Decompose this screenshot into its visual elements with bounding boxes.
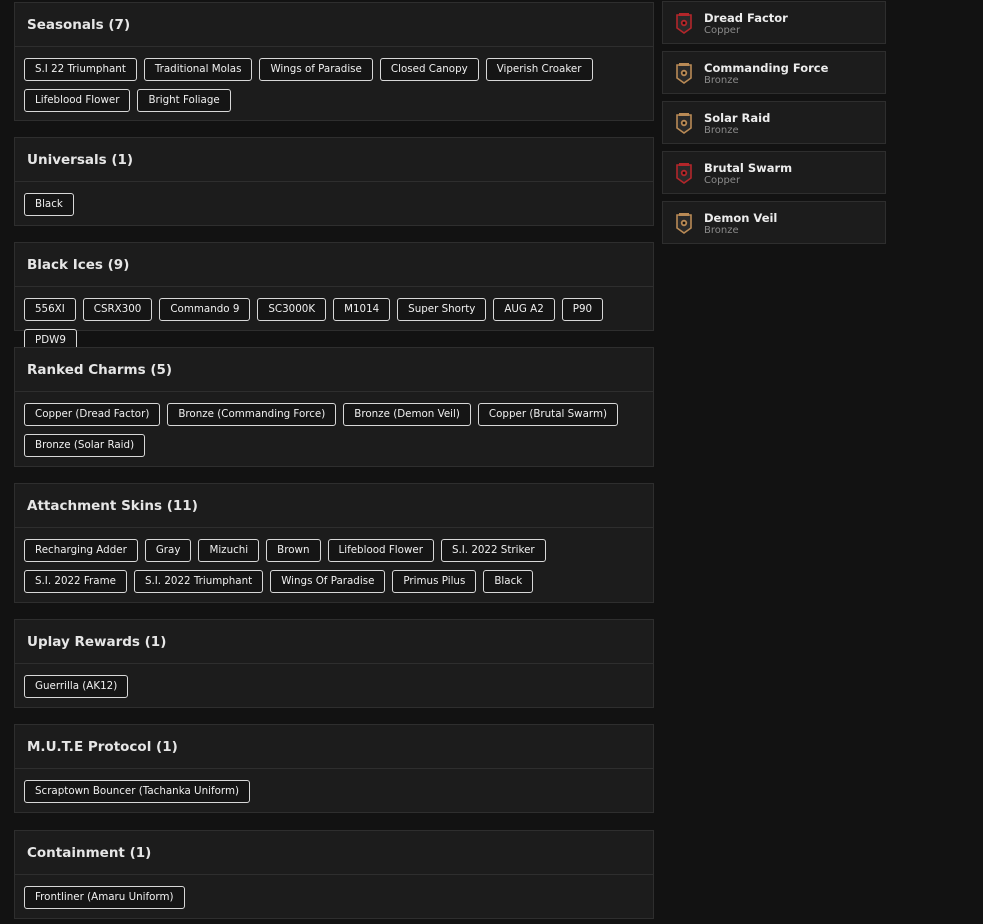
chip-list: Guerrilla (AK12) [15, 664, 653, 706]
chip-list: S.I 22 Triumphant Traditional Molas Wings … [15, 47, 653, 120]
charm-tier: Bronze [704, 75, 739, 86]
item-chip[interactable]: Brown [266, 539, 321, 562]
item-chip[interactable]: Lifeblood Flower [327, 539, 434, 562]
section-black-ices-9: Black Ices (9) 556XI CSRX300 Commando 9 SC30… [14, 242, 654, 352]
chip-list: Black [15, 182, 653, 224]
charm-name: Dread Factor [704, 11, 788, 25]
chip-list: Recharging Adder Gray Mizuchi Brown Lifebloo… [15, 528, 653, 601]
section-universals-1: Universals (1) Black [14, 137, 654, 226]
item-chip[interactable]: Wings of Paradise [259, 58, 373, 81]
item-chip[interactable]: 556XI [24, 298, 76, 321]
item-chip[interactable]: Traditional Molas [143, 58, 253, 81]
section-title: Uplay Rewards (1) [15, 620, 653, 664]
copper-rank-icon [676, 13, 692, 34]
section-seasonals-7: Seasonals (7) S.I 22 Triumphant Traditiona… [14, 2, 654, 121]
item-chip[interactable]: Closed Canopy [379, 58, 479, 81]
copper-rank-icon [676, 163, 692, 184]
charm-tier: Bronze [704, 225, 739, 236]
section-attachment-skins-11: Attachment Skins (11) Recharging Adder Gra… [14, 483, 654, 603]
item-chip[interactable]: Bronze (Demon Veil) [343, 403, 471, 426]
charm-card-brutal-swarm[interactable]: Brutal Swarm Copper [662, 151, 886, 194]
chip-list: Frontliner (Amaru Uniform) [15, 875, 653, 917]
section-m-u-t-e-protocol-1: M.U.T.E Protocol (1) Scraptown Bouncer (T… [14, 724, 654, 813]
item-chip[interactable]: Primus Pilus [392, 570, 477, 593]
item-chip[interactable]: Commando 9 [159, 298, 251, 321]
section-title: Black Ices (9) [15, 243, 653, 287]
charm-card-solar-raid[interactable]: Solar Raid Bronze [662, 101, 886, 144]
chip-list: Copper (Dread Factor) Bronze (Commanding … [15, 392, 653, 465]
item-chip[interactable]: Scraptown Bouncer (Tachanka Uniform) [24, 780, 251, 803]
item-chip[interactable]: S.I. 2022 Striker [440, 539, 546, 562]
item-chip[interactable]: S.I 22 Triumphant [24, 58, 137, 81]
section-containment-1: Containment (1) Frontliner (Amaru Uniform… [14, 830, 654, 919]
item-chip[interactable]: Bronze (Solar Raid) [24, 434, 146, 457]
item-chip[interactable]: P90 [561, 298, 604, 321]
section-title: Containment (1) [15, 831, 653, 875]
item-chip[interactable]: SC3000K [257, 298, 327, 321]
item-chip[interactable]: Mizuchi [198, 539, 260, 562]
item-chip[interactable]: Black [24, 193, 74, 216]
item-chip[interactable]: Viperish Croaker [485, 58, 593, 81]
charm-card-commanding-force[interactable]: Commanding Force Bronze [662, 51, 886, 94]
item-chip[interactable]: M1014 [333, 298, 391, 321]
item-chip[interactable]: Lifeblood Flower [24, 89, 131, 112]
item-chip[interactable]: Frontliner (Amaru Uniform) [24, 886, 185, 909]
item-chip[interactable]: Copper (Brutal Swarm) [477, 403, 619, 426]
charm-name: Solar Raid [704, 111, 771, 125]
section-title: M.U.T.E Protocol (1) [15, 725, 653, 769]
item-chip[interactable]: S.I. 2022 Triumphant [133, 570, 264, 593]
item-chip[interactable]: Copper (Dread Factor) [24, 403, 161, 426]
charm-name: Demon Veil [704, 211, 778, 225]
section-title: Ranked Charms (5) [15, 348, 653, 392]
charm-card-demon-veil[interactable]: Demon Veil Bronze [662, 201, 886, 244]
bronze-rank-icon [676, 213, 692, 234]
item-chip[interactable]: Super Shorty [397, 298, 487, 321]
item-chip[interactable]: Bright Foliage [137, 89, 231, 112]
charm-card-dread-factor[interactable]: Dread Factor Copper [662, 1, 886, 44]
section-uplay-rewards-1: Uplay Rewards (1) Guerrilla (AK12) [14, 619, 654, 708]
bronze-rank-icon [676, 63, 692, 84]
chip-list: Scraptown Bouncer (Tachanka Uniform) [15, 769, 653, 811]
charm-tier: Copper [704, 25, 741, 36]
item-chip[interactable]: S.I. 2022 Frame [24, 570, 127, 593]
bronze-rank-icon [676, 113, 692, 134]
item-chip[interactable]: Wings Of Paradise [270, 570, 386, 593]
section-ranked-charms-5: Ranked Charms (5) Copper (Dread Factor) Br… [14, 347, 654, 467]
section-title: Seasonals (7) [15, 3, 653, 47]
item-chip[interactable]: Guerrilla (AK12) [24, 675, 129, 698]
section-title: Attachment Skins (11) [15, 484, 653, 528]
item-chip[interactable]: Recharging Adder [24, 539, 138, 562]
item-chip[interactable]: Bronze (Commanding Force) [167, 403, 337, 426]
charm-tier: Copper [704, 175, 741, 186]
item-chip[interactable]: Black [483, 570, 534, 593]
item-chip[interactable]: AUG A2 [493, 298, 555, 321]
item-chip[interactable]: Gray [144, 539, 192, 562]
charm-name: Commanding Force [704, 61, 829, 75]
item-chip[interactable]: CSRX300 [82, 298, 153, 321]
charm-tier: Bronze [704, 125, 739, 136]
section-title: Universals (1) [15, 138, 653, 182]
charm-name: Brutal Swarm [704, 161, 793, 175]
